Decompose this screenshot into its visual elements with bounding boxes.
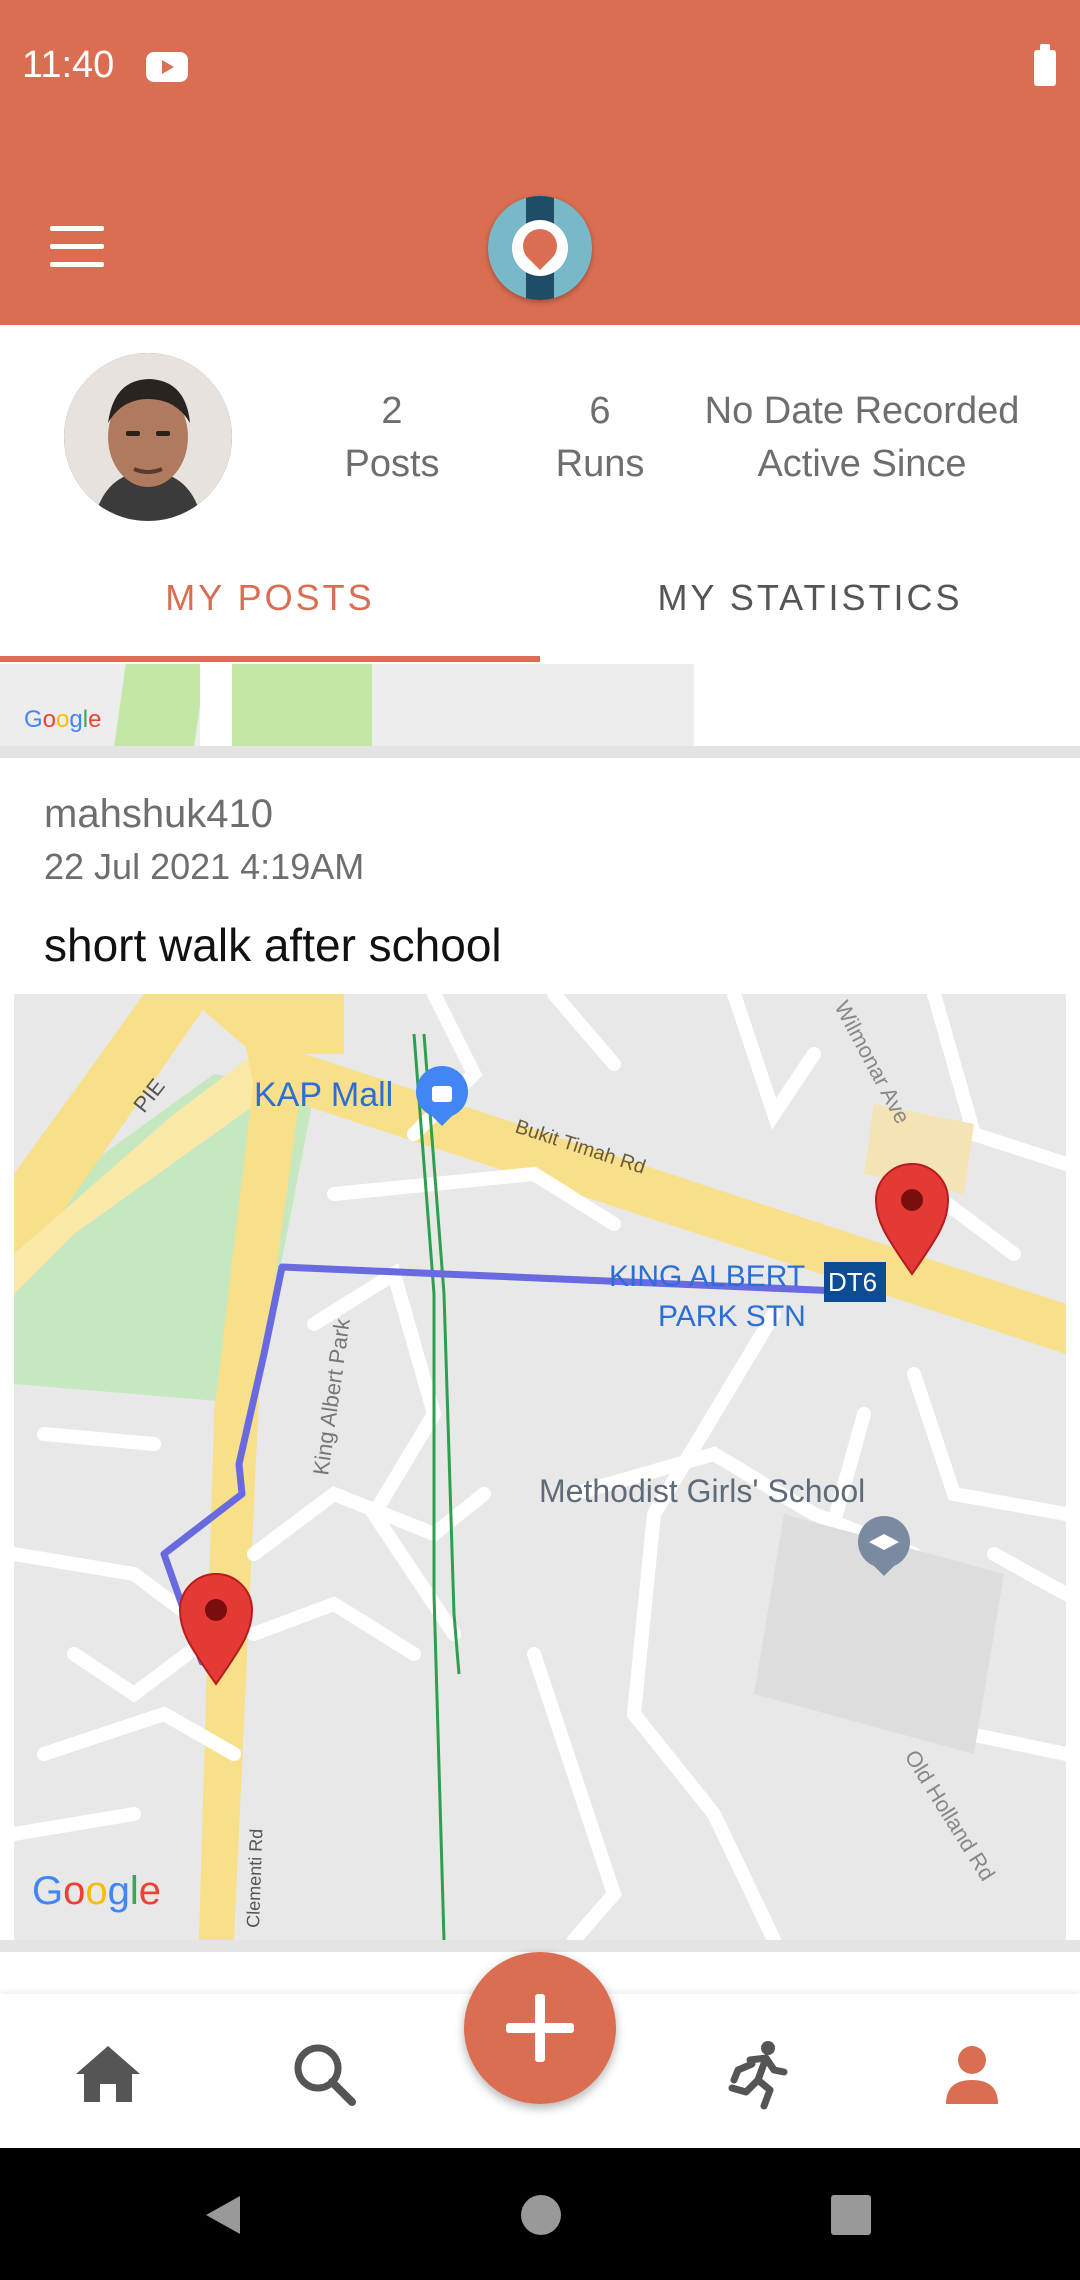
previous-post-map[interactable]: Google <box>0 664 1080 746</box>
recents-icon[interactable] <box>828 2192 874 2243</box>
methodist-label: Methodist Girls' School <box>539 1473 865 1509</box>
post-card[interactable]: mahshuk410 22 Jul 2021 4:19AM short walk… <box>0 758 1080 1948</box>
avatar[interactable] <box>64 353 232 521</box>
home-nav-icon[interactable] <box>518 2192 564 2243</box>
active-since-value: No Date Recorded <box>704 390 1020 432</box>
station-code-label: DT6 <box>828 1267 877 1297</box>
search-icon[interactable] <box>284 2034 364 2114</box>
svg-text:Google: Google <box>32 1869 161 1913</box>
king-albert-label-1: KING ALBERT <box>609 1260 805 1293</box>
post-username[interactable]: mahshuk410 <box>44 792 273 837</box>
google-attribution: Google <box>24 706 102 733</box>
route-map-canvas: KAP Mall PIE Bukit Timah Rd Wilmonar Ave… <box>14 994 1066 1940</box>
system-nav-bar <box>0 2148 1080 2280</box>
clementi-label: Clementi Rd <box>243 1828 266 1928</box>
posts-count: 2 <box>381 390 403 432</box>
back-icon[interactable] <box>200 2192 246 2243</box>
profile-icon[interactable] <box>932 2034 1012 2114</box>
posts-stat: 2 Posts <box>332 385 452 491</box>
status-bar: 11:40 <box>0 0 1080 136</box>
runs-label: Runs <box>555 443 645 485</box>
app-bar <box>0 136 1080 325</box>
divider <box>0 746 1080 758</box>
posts-label: Posts <box>344 443 440 485</box>
run-icon[interactable] <box>716 2034 796 2114</box>
tab-my-statistics[interactable]: MY STATISTICS <box>540 560 1080 660</box>
post-title: short walk after school <box>44 919 502 971</box>
google-logo: Google <box>32 1869 161 1913</box>
profile-tabs: MY POSTS MY STATISTICS <box>0 560 1080 664</box>
route-map[interactable]: KAP Mall PIE Bukit Timah Rd Wilmonar Ave… <box>14 994 1066 1940</box>
profile-header: 2 Posts 6 Runs No Date Recorded Active S… <box>0 325 1080 525</box>
active-tab-indicator <box>0 656 540 662</box>
home-icon[interactable] <box>68 2034 148 2114</box>
divider <box>0 1940 1080 1952</box>
active-since-stat: No Date Recorded Active Since <box>692 385 1032 491</box>
status-time: 11:40 <box>22 44 115 86</box>
battery-icon <box>1034 44 1056 86</box>
tab-my-posts[interactable]: MY POSTS <box>0 560 540 660</box>
app-logo-icon <box>488 196 592 300</box>
menu-icon[interactable] <box>50 226 104 270</box>
runs-stat: 6 Runs <box>540 385 660 491</box>
kap-mall-label: KAP Mall <box>254 1076 393 1114</box>
youtube-icon <box>146 52 188 82</box>
post-date: 22 Jul 2021 4:19AM <box>44 846 365 887</box>
add-button[interactable] <box>464 1952 616 2104</box>
active-since-label: Active Since <box>757 443 967 485</box>
king-albert-label-2: PARK STN <box>658 1300 806 1333</box>
runs-count: 6 <box>589 390 611 432</box>
